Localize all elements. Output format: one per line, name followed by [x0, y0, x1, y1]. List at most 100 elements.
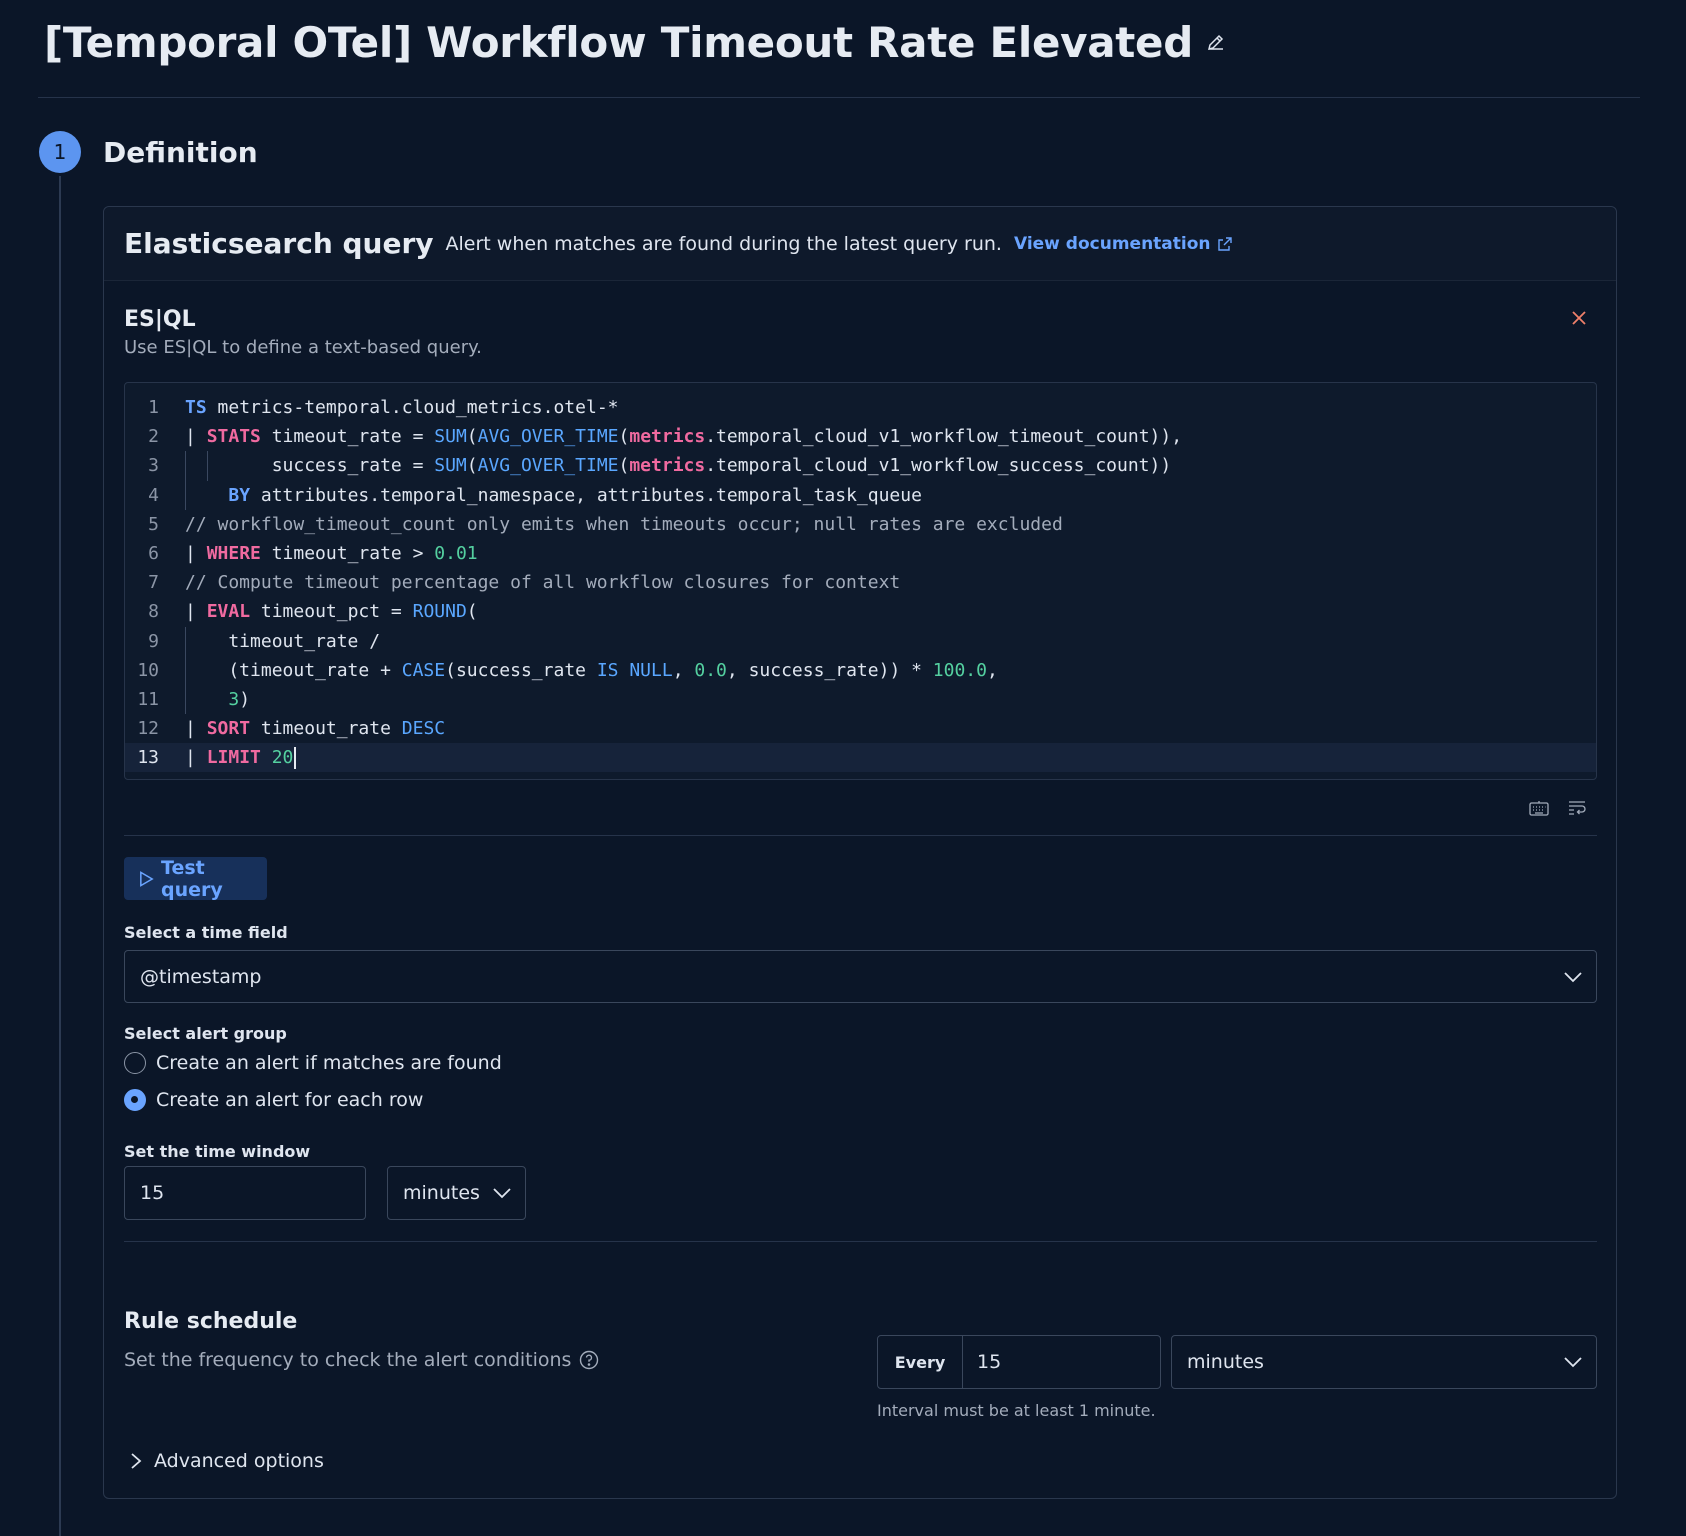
- code-text: | WHERE timeout_rate > 0.01: [185, 539, 478, 568]
- code-token: SUM: [434, 455, 467, 477]
- schedule-interval-input[interactable]: 15: [963, 1351, 1001, 1373]
- esql-code-editor[interactable]: 1 TS metrics-temporal.cloud_metrics.otel-…: [124, 382, 1597, 780]
- code-token: timeout_rate =: [260, 426, 435, 448]
- code-token: timeout_rate /: [185, 630, 381, 652]
- code-token: AVG_OVER_TIME: [477, 426, 619, 448]
- code-token: CASE: [401, 659, 446, 681]
- step-title: Definition: [103, 136, 258, 169]
- time-window-input[interactable]: 15: [124, 1166, 366, 1220]
- keyboard-shortcuts-icon[interactable]: [1528, 797, 1550, 819]
- code-token: 0.0: [694, 659, 727, 681]
- code-line[interactable]: 9 timeout_rate /: [125, 627, 1596, 656]
- code-line[interactable]: 13 | LIMIT 20: [125, 743, 1596, 773]
- radio-button-checked[interactable]: [124, 1089, 146, 1111]
- code-text: TS metrics-temporal.cloud_metrics.otel-*: [185, 393, 619, 422]
- code-text: 3): [185, 685, 250, 714]
- line-number: 9: [148, 630, 159, 652]
- code-token: WHERE: [206, 543, 261, 564]
- code-line[interactable]: 4 BY attributes.temporal_namespace, attr…: [125, 481, 1596, 510]
- code-token: IS NULL: [596, 659, 673, 681]
- code-token: success_rate =: [185, 455, 435, 477]
- code-token: STATS: [206, 426, 261, 448]
- definition-panel: Elasticsearch query Alert when matches a…: [103, 206, 1617, 1499]
- code-token: (success_rate: [445, 659, 597, 681]
- code-token: SUM: [434, 426, 467, 448]
- code-text: // workflow_timeout_count only emits whe…: [185, 510, 1063, 539]
- chevron-right-icon: [131, 1453, 142, 1469]
- code-token: 20: [271, 747, 294, 769]
- code-line[interactable]: 6 | WHERE timeout_rate > 0.01: [125, 539, 1596, 568]
- code-line[interactable]: 8 | EVAL timeout_pct = ROUND(: [125, 597, 1596, 626]
- line-number: 13: [137, 747, 159, 769]
- line-number: 11: [137, 689, 159, 710]
- radio-matches-found[interactable]: Create an alert if matches are found: [124, 1052, 502, 1074]
- code-token: (: [618, 426, 630, 448]
- time-field-select[interactable]: @timestamp: [124, 950, 1597, 1003]
- header-divider: [38, 97, 1640, 98]
- section-divider: [124, 1241, 1597, 1242]
- code-token: (: [618, 455, 630, 477]
- view-documentation-link[interactable]: View documentation: [1014, 234, 1232, 254]
- code-token: 100.0: [932, 659, 987, 681]
- radio-button[interactable]: [124, 1052, 146, 1074]
- step-number-badge: 1: [39, 131, 81, 173]
- code-text: success_rate = SUM(AVG_OVER_TIME(metrics…: [185, 451, 1172, 480]
- code-token: |: [185, 747, 207, 769]
- radio-each-row[interactable]: Create an alert for each row: [124, 1089, 423, 1111]
- time-window-unit-select[interactable]: minutes: [387, 1166, 526, 1220]
- code-line[interactable]: 1 TS metrics-temporal.cloud_metrics.otel-…: [125, 393, 1596, 422]
- editor-divider: [124, 835, 1597, 836]
- code-token: metrics: [629, 455, 706, 477]
- code-line[interactable]: 10 (timeout_rate + CASE(success_rate IS …: [125, 656, 1596, 685]
- code-text: | EVAL timeout_pct = ROUND(: [185, 597, 478, 626]
- line-number: 6: [148, 543, 159, 564]
- code-line[interactable]: 5 // workflow_timeout_count only emits wh…: [125, 510, 1596, 539]
- advanced-options-label: Advanced options: [154, 1450, 324, 1472]
- indent-guide: [207, 451, 208, 481]
- time-field-label: Select a time field: [124, 923, 288, 942]
- code-token: 0.01: [434, 543, 478, 564]
- code-token: timeout_rate >: [260, 543, 435, 564]
- chevron-down-icon: [1564, 1356, 1582, 1368]
- line-number: 7: [148, 572, 159, 594]
- advanced-options-toggle[interactable]: Advanced options: [130, 1450, 324, 1472]
- code-token: // workflow_timeout_count only emits whe…: [185, 513, 1063, 535]
- code-text: | SORT timeout_rate DESC: [185, 714, 445, 743]
- line-number: 1: [148, 397, 159, 418]
- code-line[interactable]: 3 success_rate = SUM(AVG_OVER_TIME(metri…: [125, 451, 1596, 480]
- pencil-icon[interactable]: [1205, 31, 1227, 53]
- esql-title: ES|QL: [124, 307, 196, 332]
- line-number: 8: [148, 601, 159, 623]
- code-line[interactable]: 7 // Compute timeout percentage of all wo…: [125, 568, 1596, 597]
- rule-edit-page: [Temporal OTel] Workflow Timeout Rate El…: [0, 0, 1686, 1536]
- play-icon: [140, 870, 154, 887]
- line-number: 4: [148, 484, 159, 506]
- question-circle-icon[interactable]: [579, 1350, 599, 1370]
- code-token: ): [239, 689, 251, 710]
- code-token: // Compute timeout percentage of all wor…: [185, 572, 901, 594]
- code-text: BY attributes.temporal_namespace, attrib…: [185, 481, 922, 510]
- alert-group-label: Select alert group: [124, 1024, 287, 1043]
- rule-schedule-title: Rule schedule: [124, 1309, 298, 1334]
- close-icon[interactable]: [1566, 305, 1592, 331]
- rule-schedule-description-text: Set the frequency to check the alert con…: [124, 1349, 572, 1371]
- test-query-button[interactable]: Test query: [124, 857, 267, 901]
- line-number: 10: [137, 659, 159, 681]
- schedule-unit-select[interactable]: minutes: [1171, 1335, 1597, 1389]
- code-token: |: [185, 543, 207, 564]
- code-line[interactable]: 12 | SORT timeout_rate DESC: [125, 714, 1596, 743]
- code-line[interactable]: 11 3): [125, 685, 1596, 714]
- code-token: EVAL: [206, 601, 251, 623]
- every-prefix: Every: [878, 1336, 963, 1388]
- code-token: (: [466, 455, 478, 477]
- rule-type-header: Elasticsearch query Alert when matches a…: [104, 207, 1616, 281]
- word-wrap-icon[interactable]: [1566, 797, 1588, 819]
- time-window-label: Set the time window: [124, 1142, 311, 1161]
- text-cursor: [294, 747, 297, 770]
- indent-guide: [185, 626, 186, 715]
- code-line[interactable]: 2 | STATS timeout_rate = SUM(AVG_OVER_TIM…: [125, 422, 1596, 451]
- chevron-down-icon: [1564, 971, 1582, 983]
- code-token: .temporal_cloud_v1_workflow_success_coun…: [705, 455, 1172, 477]
